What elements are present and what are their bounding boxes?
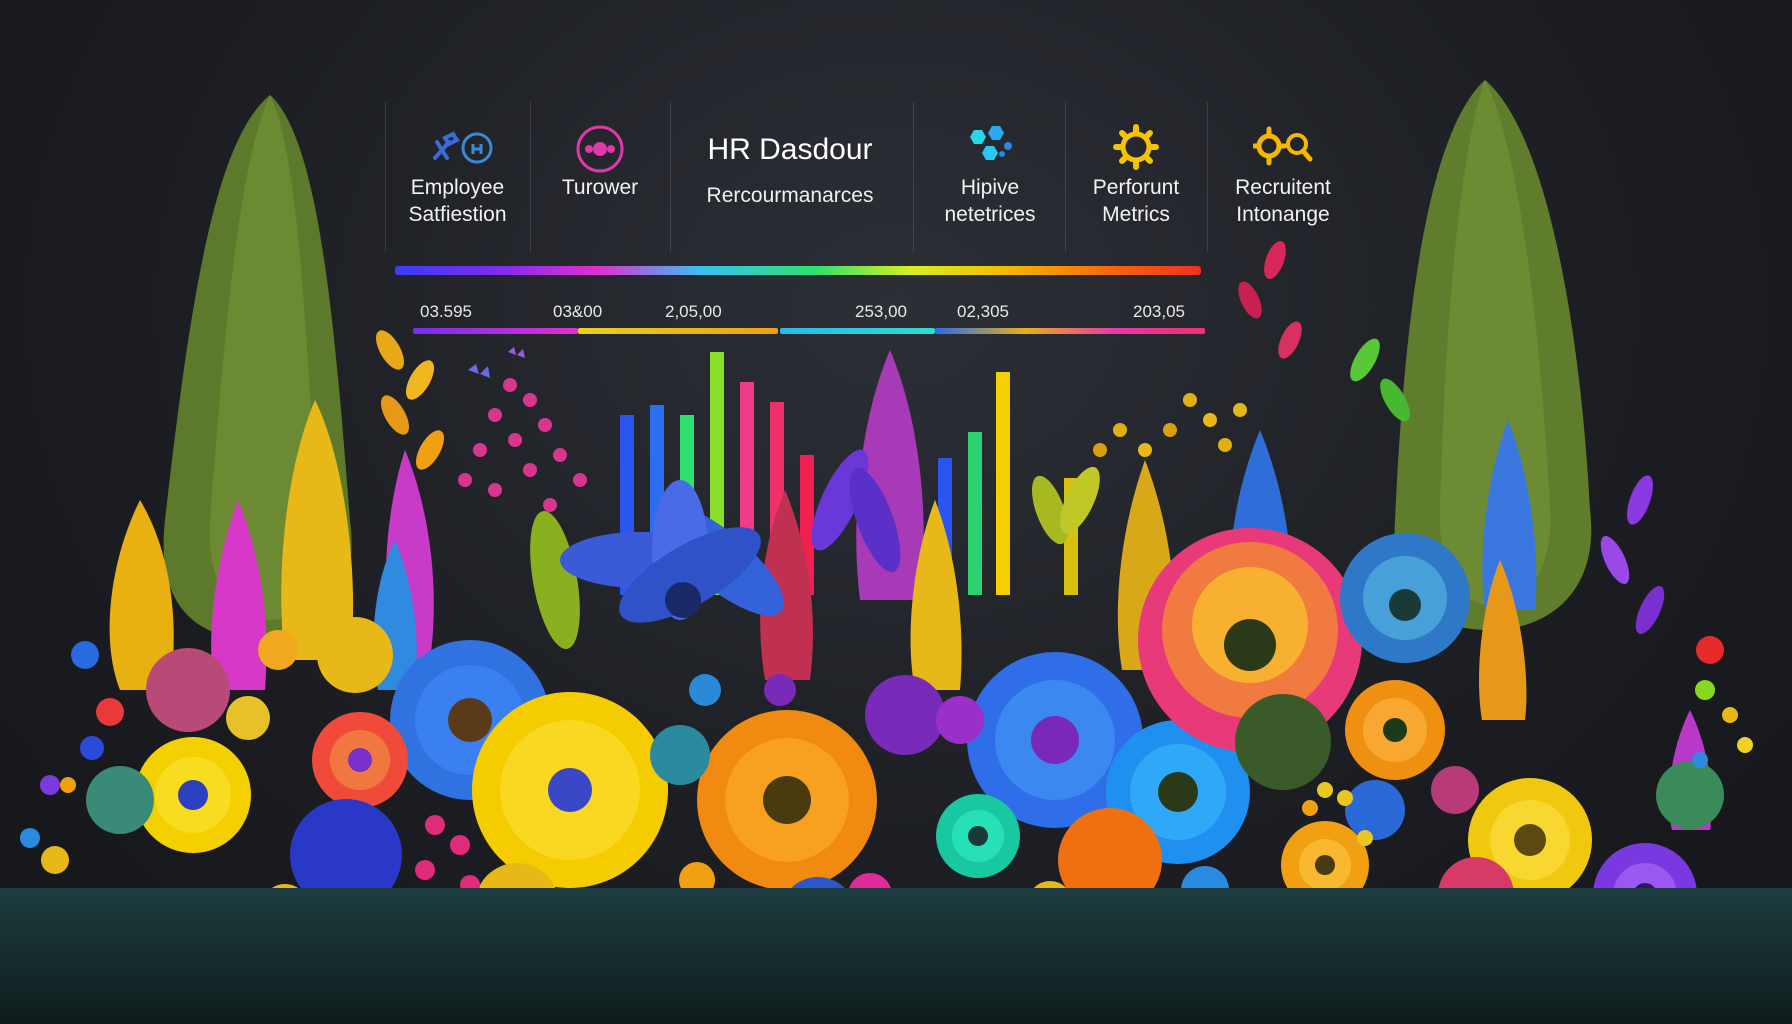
people-tools-icon [395, 124, 520, 168]
metric-value: 03.595 [420, 302, 472, 321]
page-subtitle: Rercourmanarces [706, 184, 874, 207]
value-bar-segment [780, 328, 935, 334]
butterfly-icons [468, 347, 525, 378]
value-bar-segment [413, 328, 578, 334]
chart-bar [996, 372, 1010, 595]
metric-value: 2,05,00 [665, 302, 722, 321]
column-divider [913, 102, 914, 252]
hr-dashboard-header: Employee Satfiestion Turower HR Dasdour … [385, 102, 1331, 338]
metric-label: Intonange [1236, 203, 1330, 226]
metric-value: 03&00 [553, 302, 603, 321]
metric-value: 203,05 [1133, 302, 1185, 321]
metric-label: Recruitent [1235, 176, 1331, 199]
page-title: HR Dasdour [707, 133, 873, 166]
metric-label: Turower [561, 176, 639, 199]
value-bar-segment [578, 328, 778, 334]
dashboard-title-block: HR Dasdour Rercourmanarces [690, 132, 890, 209]
metric-label: netetrices [944, 203, 1036, 226]
metric-label: Metrics [1102, 203, 1170, 226]
value-bar-segment [935, 328, 1205, 334]
metric-label: Perforunt [1092, 176, 1180, 199]
bottom-shelf [0, 888, 1792, 1024]
chart-bar [968, 432, 982, 595]
rainbow-progress-bar [395, 266, 1201, 275]
column-divider [530, 102, 531, 252]
column-divider [385, 102, 386, 252]
flower-teal [1340, 533, 1470, 663]
turnover-circle-icon [535, 124, 665, 173]
metric-label: Employee [410, 176, 505, 199]
flower-orange-big [697, 710, 877, 890]
column-divider [1065, 102, 1066, 252]
flower-red-small [312, 712, 408, 808]
metric-label: Satfiestion [408, 203, 507, 226]
gear-icon [1070, 124, 1202, 170]
metric-turnover[interactable]: Turower [535, 124, 665, 201]
flower-yellow-big [472, 692, 668, 888]
hexagon-cluster-icon [920, 124, 1060, 168]
flower-orange-right [1345, 680, 1445, 780]
metric-performance[interactable]: Perforunt Metrics [1070, 124, 1202, 228]
metric-value: 253,00 [855, 302, 907, 321]
metric-value: 02,305 [957, 302, 1009, 321]
flower-green-small [936, 794, 1020, 878]
column-divider [670, 102, 671, 252]
gear-search-icon [1213, 124, 1353, 168]
metric-hipive[interactable]: Hipive netetrices [920, 124, 1060, 228]
metric-label: Hipive [960, 176, 1020, 199]
metric-employee-satisfaction[interactable]: Employee Satfiestion [395, 124, 520, 228]
column-divider [1207, 102, 1208, 252]
metric-recruitment[interactable]: Recruitent Intonange [1213, 124, 1353, 228]
